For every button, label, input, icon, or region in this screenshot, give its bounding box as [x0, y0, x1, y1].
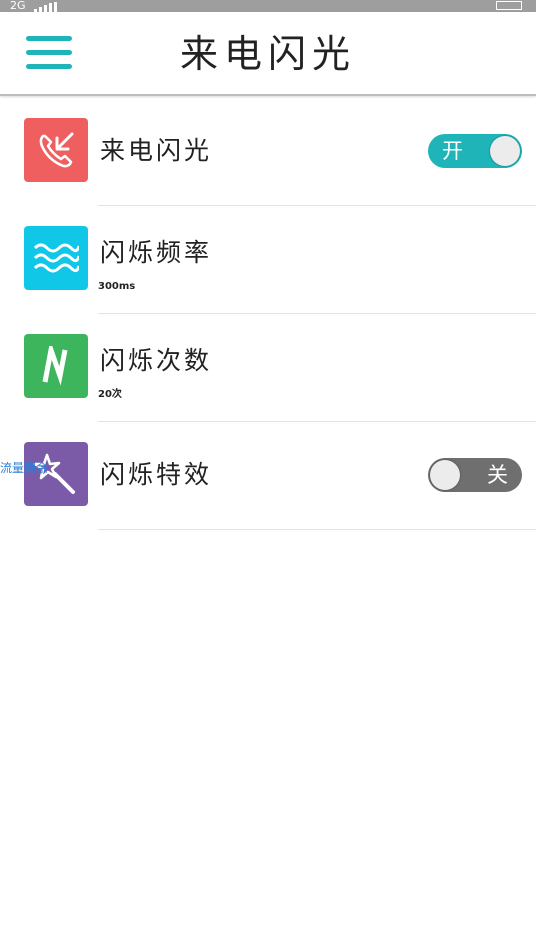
setting-call-flash[interactable]: 来电闪光 开 [0, 98, 536, 206]
divider [98, 529, 536, 530]
toggle-text: 开 [442, 139, 463, 163]
network-type: 2G [10, 0, 26, 12]
setting-label: 来电闪光 [100, 136, 213, 165]
signal-icon [34, 2, 60, 12]
status-icons [388, 1, 528, 11]
waves-icon [24, 226, 88, 290]
flash-effect-toggle[interactable]: 关 [428, 458, 522, 492]
menu-icon[interactable] [26, 36, 72, 72]
phone-incoming-icon [24, 118, 88, 182]
letter-n-icon [24, 334, 88, 398]
toggle-knob [430, 460, 460, 490]
page-title: 来电闪光 [179, 32, 356, 76]
setting-label: 闪烁特效 [100, 460, 213, 489]
toggle-knob [490, 136, 520, 166]
setting-flash-count[interactable]: 闪烁次数 20次 [0, 314, 536, 422]
setting-label: 闪烁频率 [100, 238, 213, 267]
floating-data-widget[interactable]: 流量剩余 [0, 460, 48, 476]
setting-value: 300ms [98, 281, 136, 292]
battery-icon [496, 1, 522, 10]
status-bar: 2G [0, 0, 536, 12]
app-bar: 来电闪光 [0, 12, 536, 96]
setting-value: 20次 [98, 389, 122, 400]
setting-label: 闪烁次数 [100, 346, 213, 375]
call-flash-toggle[interactable]: 开 [428, 134, 522, 168]
setting-flash-frequency[interactable]: 闪烁频率 300ms [0, 206, 536, 314]
toggle-text: 关 [487, 463, 508, 487]
setting-flash-effect[interactable]: 闪烁特效 关 [0, 422, 536, 530]
